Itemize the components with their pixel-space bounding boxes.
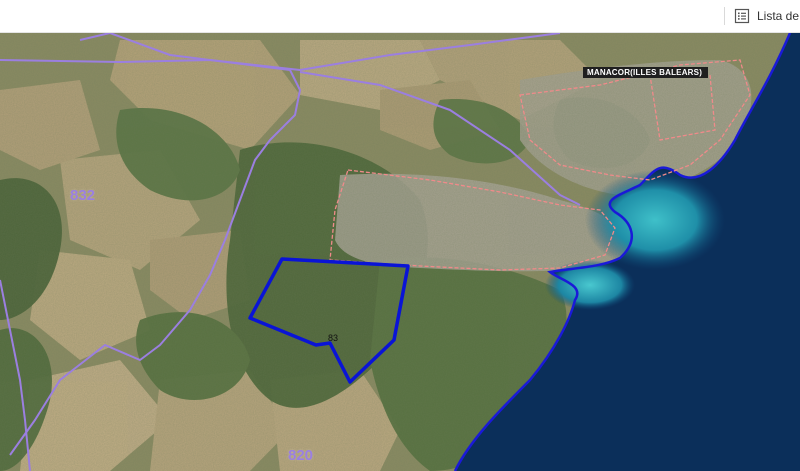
- top-toolbar: Lista de: [0, 0, 800, 33]
- toolbar-divider: [724, 7, 725, 25]
- shallow-water-bay: [585, 170, 725, 270]
- parcel-label: 820: [288, 447, 314, 464]
- aerial-map: [0, 33, 800, 471]
- list-button[interactable]: Lista de: [734, 6, 799, 26]
- municipality-label: MANACOR(ILLES BALEARS): [583, 67, 709, 78]
- list-button-label: Lista de: [757, 9, 800, 23]
- list-icon: [734, 8, 750, 24]
- map-canvas[interactable]: MANACOR(ILLES BALEARS) 832 820 83: [0, 33, 800, 471]
- parcel-label: 832: [70, 187, 96, 204]
- selected-plot-label: 83: [328, 333, 339, 343]
